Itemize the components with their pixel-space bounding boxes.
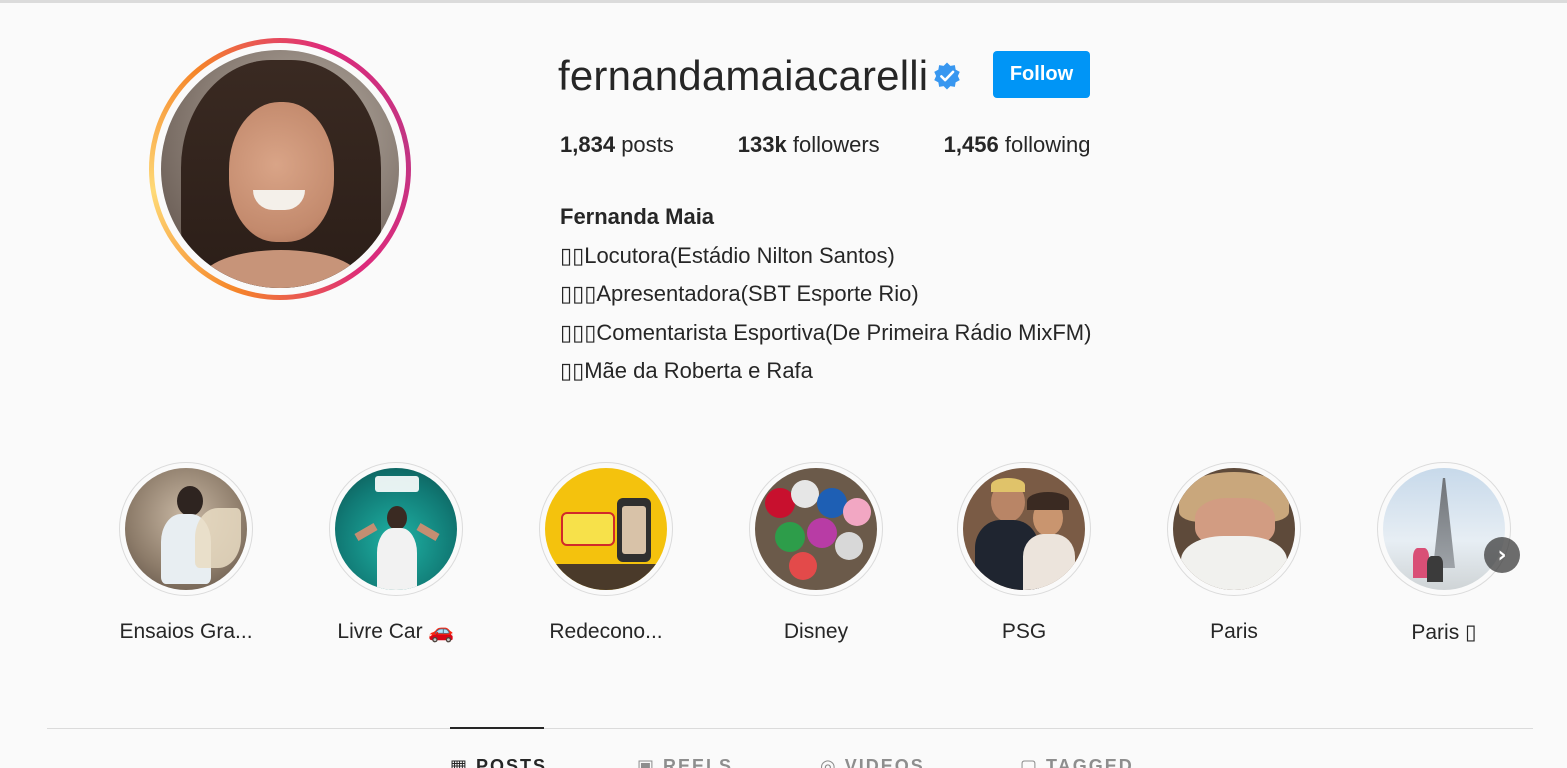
bio-line: ▯▯Mãe da Roberta e Rafa [560, 358, 813, 383]
highlight-ring [1377, 462, 1511, 596]
follow-button[interactable]: Follow [993, 51, 1090, 98]
highlight-label: Disney [783, 620, 849, 643]
tab-videos[interactable]: ◎ VIDEOS [820, 756, 925, 768]
posts-count: 1,834 [560, 132, 616, 157]
profile-avatar[interactable] [149, 38, 411, 300]
followers-stat[interactable]: 133k followers [738, 132, 880, 158]
profile-stats: 1,834 posts 133k followers 1,456 followi… [560, 132, 1154, 158]
highlight-livre-car[interactable]: Livre Car 🚗 [326, 462, 466, 644]
tab-label: POSTS [476, 756, 548, 768]
active-tab-indicator [450, 727, 544, 729]
chevron-right-icon[interactable]: › [1484, 537, 1520, 573]
highlight-label: Paris [1210, 620, 1258, 643]
highlight-ring [329, 462, 463, 596]
followers-count: 133k [737, 132, 787, 157]
highlight-psg[interactable]: PSG [954, 462, 1094, 644]
posts-label: posts [621, 132, 674, 157]
highlight-redecono[interactable]: Redecono... [536, 462, 676, 644]
highlight-ring [119, 462, 253, 596]
avatar-inner-ring [154, 43, 406, 295]
avatar-face [229, 102, 334, 242]
highlight-label: Livre Car 🚗 [337, 620, 455, 643]
highlight-ring [749, 462, 883, 596]
highlight-label: PSG [1001, 620, 1047, 643]
highlight-ring [539, 462, 673, 596]
highlight-label: Paris ▯ [1411, 621, 1477, 644]
play-circle-icon: ◎ [820, 756, 838, 768]
following-label: following [1004, 132, 1091, 157]
highlight-cover [1173, 468, 1295, 590]
tab-tagged[interactable]: ▢ TAGGED [1020, 756, 1134, 768]
highlight-ring [957, 462, 1091, 596]
followers-label: followers [792, 132, 880, 157]
highlight-cover [335, 468, 457, 590]
following-stat[interactable]: 1,456 following [944, 132, 1091, 158]
highlight-ensaios[interactable]: Ensaios Gra... [116, 462, 256, 644]
bio-line: ▯▯Locutora(Estádio Nilton Santos) [560, 242, 895, 268]
highlight-disney[interactable]: Disney [746, 462, 886, 644]
profile-page: fernandamaiacarelli Follow 1,834 posts 1… [0, 0, 1567, 768]
grid-icon: ▦ [450, 756, 470, 768]
tag-icon: ▢ [1020, 756, 1040, 768]
bio-line: ▯▯▯Comentarista Esportiva(De Primeira Rá… [560, 319, 1092, 345]
avatar-photo [161, 50, 399, 288]
highlight-label: Ensaios Gra... [119, 620, 253, 643]
highlight-cover [1383, 468, 1505, 590]
profile-bio: Fernanda Maia ▯▯Locutora(Estádio Nilton … [560, 198, 1091, 391]
top-border [0, 0, 1567, 3]
bio-full-name: Fernanda Maia [560, 204, 715, 229]
tab-divider [47, 728, 1533, 729]
tab-label: REELS [663, 756, 734, 768]
highlight-cover [545, 468, 667, 590]
tab-label: VIDEOS [844, 756, 925, 768]
profile-username: fernandamaiacarelli [558, 52, 929, 99]
tab-reels[interactable]: ▣ REELS [637, 756, 733, 768]
highlight-cover [125, 468, 247, 590]
tab-posts[interactable]: ▦ POSTS [450, 756, 547, 768]
highlight-ring [1167, 462, 1301, 596]
posts-stat: 1,834 posts [560, 132, 674, 158]
verified-badge-icon [934, 62, 960, 90]
bio-line: ▯▯▯Apresentadora(SBT Esporte Rio) [560, 281, 919, 306]
following-count: 1,456 [943, 132, 999, 157]
tab-label: TAGGED [1046, 756, 1134, 768]
highlight-cover [755, 468, 877, 590]
highlight-label: Redecono... [549, 620, 663, 643]
highlight-paris[interactable]: Paris [1164, 462, 1304, 644]
reels-icon: ▣ [637, 756, 657, 768]
highlight-cover [963, 468, 1085, 590]
